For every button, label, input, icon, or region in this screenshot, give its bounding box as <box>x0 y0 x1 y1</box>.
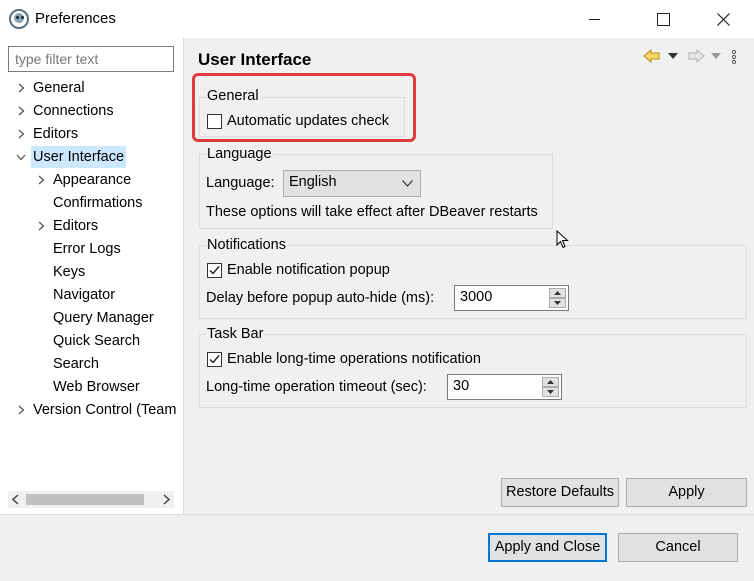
sidebar-item-label: Quick Search <box>53 333 141 349</box>
spinner-up-button[interactable] <box>549 288 566 298</box>
minimize-button[interactable] <box>571 0 617 38</box>
enable-long-time-notification-checkbox[interactable] <box>207 352 222 367</box>
page-navigation <box>643 48 753 68</box>
checkmark-icon <box>209 266 220 275</box>
chevron-right-icon[interactable] <box>16 106 26 116</box>
title-bar: Preferences <box>0 0 754 38</box>
triangle-down-icon <box>554 301 561 305</box>
mouse-cursor-icon <box>556 230 569 249</box>
sidebar-item-label: Error Logs <box>53 241 121 257</box>
sidebar-item-label: Web Browser <box>53 379 140 395</box>
close-icon <box>716 12 730 26</box>
triangle-down-icon <box>547 390 554 394</box>
dbeaver-app-icon <box>9 9 29 29</box>
chevron-right-icon[interactable] <box>16 129 26 139</box>
operation-timeout-label: Long-time operation timeout (sec): <box>206 379 427 395</box>
sidebar-item[interactable]: User Interface <box>16 146 127 169</box>
sidebar-item-label: Editors <box>53 218 99 234</box>
close-button[interactable] <box>700 0 746 38</box>
language-group-label: Language <box>206 146 273 162</box>
chevron-right-icon[interactable] <box>36 221 46 231</box>
checkmark-icon <box>209 355 220 364</box>
sidebar-item-label: Navigator <box>53 287 116 303</box>
sidebar: General Connections Editors User Interface A… <box>0 38 184 514</box>
filter-input[interactable] <box>8 46 174 72</box>
chevron-right-icon[interactable] <box>16 405 26 415</box>
sidebar-item[interactable]: Navigator <box>51 284 117 307</box>
back-menu-chevron-icon[interactable] <box>668 53 678 59</box>
chevron-right-icon[interactable] <box>16 83 26 93</box>
sidebar-item-label: General <box>33 80 85 96</box>
popup-delay-value[interactable]: 3000 <box>460 289 492 305</box>
enable-notification-checkbox[interactable] <box>207 263 222 278</box>
apply-and-close-button[interactable]: Apply and Close <box>488 533 607 562</box>
sidebar-item[interactable]: Search <box>51 353 101 376</box>
sidebar-item[interactable]: Error Logs <box>51 238 123 261</box>
operation-timeout-value[interactable]: 30 <box>453 378 469 394</box>
language-select-value: English <box>289 174 337 190</box>
popup-delay-label: Delay before popup auto-hide (ms): <box>206 290 435 306</box>
apply-button[interactable]: Apply <box>626 478 747 507</box>
chevron-down-icon <box>402 180 413 187</box>
language-restart-note: These options will take effect after DBe… <box>206 204 538 220</box>
window-title: Preferences <box>35 10 116 27</box>
sidebar-item[interactable]: Version Control (Team <box>18 399 178 422</box>
sidebar-item-label: Editors <box>33 126 79 142</box>
sidebar-item-label: Keys <box>53 264 86 280</box>
triangle-up-icon <box>547 380 554 384</box>
scroll-right-icon[interactable] <box>161 494 171 505</box>
sidebar-item[interactable]: Quick Search <box>51 330 142 353</box>
sidebar-item-label: User Interface <box>31 146 127 168</box>
enable-notification-label[interactable]: Enable notification popup <box>227 262 390 278</box>
sidebar-item[interactable]: Web Browser <box>51 376 142 399</box>
more-options-icon[interactable] <box>731 49 737 65</box>
sidebar-item-label: Version Control (Team <box>33 402 177 418</box>
sidebar-item[interactable]: Connections <box>18 100 116 123</box>
chevron-right-icon[interactable] <box>36 175 46 185</box>
cancel-button[interactable]: Cancel <box>618 533 738 562</box>
sidebar-item-label: Appearance <box>53 172 132 188</box>
restore-defaults-button[interactable]: Restore Defaults <box>501 478 619 507</box>
sidebar-item[interactable]: Editors <box>38 215 100 238</box>
spinner-down-button[interactable] <box>549 298 566 308</box>
enable-long-time-notification-label[interactable]: Enable long-time operations notification <box>227 351 481 367</box>
sidebar-item[interactable]: Keys <box>51 261 87 284</box>
sidebar-item[interactable]: Editors <box>18 123 80 146</box>
forward-arrow-icon <box>688 48 705 64</box>
language-field-label: Language: <box>206 175 275 191</box>
sidebar-item[interactable]: General <box>18 77 87 100</box>
triangle-up-icon <box>554 291 561 295</box>
maximize-button[interactable] <box>640 0 686 38</box>
footer-separator <box>0 514 754 515</box>
chevron-down-icon[interactable] <box>16 152 26 162</box>
spinner-up-button[interactable] <box>542 377 559 387</box>
notifications-group-label: Notifications <box>206 237 287 253</box>
taskbar-group-label: Task Bar <box>206 326 265 342</box>
highlight-annotation <box>192 73 416 142</box>
sidebar-item-label: Query Manager <box>53 310 154 326</box>
sidebar-horizontal-scrollbar[interactable] <box>8 491 174 508</box>
scrollbar-thumb[interactable] <box>26 494 144 505</box>
spinner-down-button[interactable] <box>542 387 559 397</box>
sidebar-item-label: Connections <box>33 103 114 119</box>
sidebar-item[interactable]: Query Manager <box>51 307 156 330</box>
forward-menu-chevron-icon <box>711 53 721 59</box>
popup-delay-spinner[interactable]: 3000 <box>454 285 569 311</box>
sidebar-item[interactable]: Confirmations <box>51 192 144 215</box>
sidebar-item-label: Search <box>53 356 99 372</box>
sidebar-item-label: Confirmations <box>53 195 143 211</box>
sidebar-item[interactable]: Appearance <box>38 169 133 192</box>
operation-timeout-spinner[interactable]: 30 <box>447 374 562 400</box>
language-select[interactable]: English <box>283 170 421 197</box>
page-title: User Interface <box>198 50 312 69</box>
scroll-left-icon[interactable] <box>11 494 21 505</box>
back-arrow-icon[interactable] <box>643 48 661 64</box>
